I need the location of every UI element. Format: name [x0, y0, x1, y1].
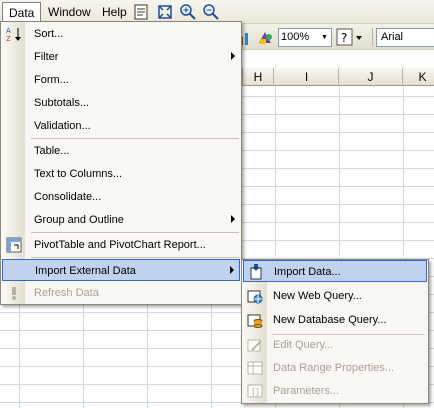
svg-text:?: ? [341, 31, 347, 45]
svg-text:Z: Z [6, 35, 11, 42]
menu-item-filter[interactable]: Filter [2, 46, 240, 68]
menu-item-subtotals-label: Subtotals... [34, 97, 90, 109]
menu-window-label: Window [48, 5, 91, 19]
submenu-item-parameters-label: Parameters... [273, 385, 340, 397]
sort-ascending-icon: A Z [6, 27, 21, 42]
font-name-value: Arial [381, 31, 404, 43]
chevron-down-icon[interactable]: ▼ [318, 29, 331, 46]
submenu-item-data-range-properties[interactable]: Data Range Properties... [243, 357, 427, 379]
menu-item-import-external-data[interactable]: Import External Data [2, 259, 240, 281]
research-icon[interactable] [133, 3, 151, 21]
pivottable-icon [6, 237, 22, 253]
data-range-properties-icon [247, 361, 263, 375]
submenu-arrow-icon [230, 266, 234, 274]
submenu-item-edit-query[interactable]: Edit Query... [243, 334, 427, 356]
menu-item-group-outline-label: Group and Outline [34, 214, 124, 226]
menu-window[interactable]: Window [42, 2, 97, 22]
menu-item-validation[interactable]: Validation... [2, 115, 240, 137]
column-header-j[interactable]: J [339, 68, 403, 86]
web-query-icon [247, 290, 263, 304]
submenu-item-new-database-query-label: New Database Query... [273, 314, 387, 326]
parameters-icon: [] [247, 384, 263, 398]
submenu-item-import-data-label: Import Data... [274, 266, 341, 278]
menu-data-label: Data [9, 6, 35, 20]
menu-item-refresh-data[interactable]: Refresh Data [2, 282, 240, 304]
submenu-item-parameters[interactable]: [] Parameters... [243, 380, 427, 402]
font-name-select[interactable]: Arial [376, 28, 434, 47]
submenu-arrow-icon [231, 215, 235, 223]
column-header-h[interactable]: H [242, 68, 274, 86]
menu-item-table-label: Table... [34, 145, 70, 157]
import-external-data-submenu: Import Data... New Web Query... New Data… [241, 259, 429, 404]
zoom-select[interactable]: 100% ▼ [278, 28, 332, 47]
menu-item-refresh-data-label: Refresh Data [34, 287, 99, 299]
submenu-item-data-range-properties-label: Data Range Properties... [273, 362, 395, 374]
menu-item-pivottable[interactable]: PivotTable and PivotChart Report... [2, 234, 240, 256]
column-header-i[interactable]: I [275, 68, 339, 86]
import-data-icon [250, 264, 262, 280]
submenu-item-edit-query-label: Edit Query... [273, 339, 334, 351]
submenu-item-import-data[interactable]: Import Data... [243, 260, 427, 282]
svg-text:[]: [] [252, 388, 259, 398]
menu-item-import-external-data-label: Import External Data [35, 265, 136, 277]
menu-separator [31, 232, 239, 233]
zoom-out-icon[interactable] [202, 3, 220, 21]
menu-item-sort[interactable]: A Z Sort... [2, 23, 240, 45]
submenu-item-new-database-query[interactable]: New Database Query... [243, 309, 427, 331]
menu-item-filter-label: Filter [34, 51, 59, 63]
menu-separator [31, 257, 239, 258]
menu-item-consolidate[interactable]: Consolidate... [2, 186, 240, 208]
zoom-in-icon[interactable] [179, 3, 197, 21]
data-menu: A Z Sort... Filter Form... Subtotals... … [0, 21, 242, 305]
fit-to-window-icon[interactable] [156, 3, 174, 21]
menu-item-table[interactable]: Table... [2, 140, 240, 162]
drawing-icon[interactable] [256, 29, 274, 47]
toolbar-separator [372, 28, 373, 46]
menu-item-sort-label: Sort... [34, 28, 64, 40]
menu-item-pivottable-label: PivotTable and PivotChart Report... [34, 239, 206, 251]
menu-item-validation-label: Validation... [34, 120, 91, 132]
submenu-item-new-web-query[interactable]: New Web Query... [243, 285, 427, 307]
submenu-arrow-icon [231, 52, 235, 60]
column-header-k[interactable]: K [403, 68, 434, 86]
refresh-icon [12, 287, 16, 300]
zoom-value: 100% [281, 31, 310, 43]
edit-query-icon [247, 339, 262, 352]
menu-item-text-to-columns[interactable]: Text to Columns... [2, 163, 240, 185]
menu-item-text-to-columns-label: Text to Columns... [34, 168, 123, 180]
menu-item-subtotals[interactable]: Subtotals... [2, 92, 240, 114]
submenu-item-new-web-query-label: New Web Query... [273, 290, 362, 302]
menu-help[interactable]: Help [96, 2, 133, 22]
database-query-icon [247, 314, 263, 328]
help-icon[interactable]: ? [336, 28, 368, 47]
menu-item-consolidate-label: Consolidate... [34, 191, 102, 203]
menu-help-label: Help [102, 5, 127, 19]
menu-separator [31, 138, 239, 139]
menu-item-form-label: Form... [34, 74, 69, 86]
svg-text:A: A [6, 27, 11, 35]
menu-item-group-outline[interactable]: Group and Outline [2, 209, 240, 231]
menu-item-form[interactable]: Form... [2, 69, 240, 91]
